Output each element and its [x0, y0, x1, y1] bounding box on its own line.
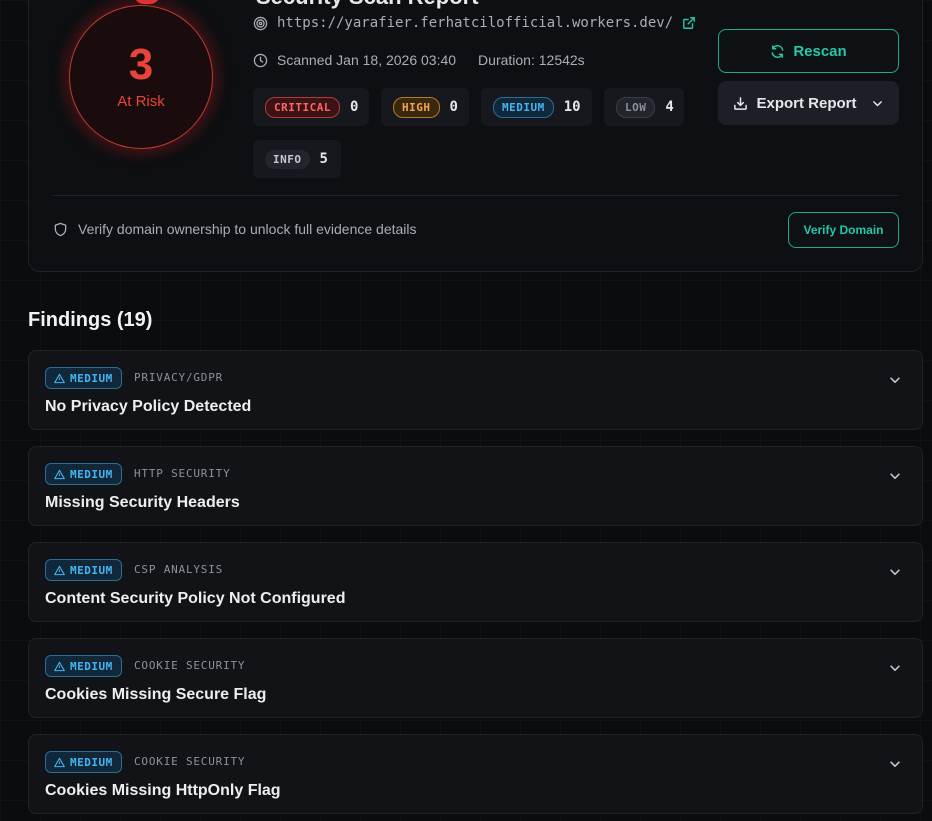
- severity-label: MEDIUM: [70, 755, 113, 769]
- warning-triangle-icon: [54, 565, 65, 576]
- finding-category: PRIVACY/GDPR: [134, 371, 224, 384]
- verify-note-text: Verify domain ownership to unlock full e…: [78, 221, 417, 237]
- external-link-icon[interactable]: [682, 16, 696, 30]
- severity-chip-high: HIGH 0: [381, 88, 469, 126]
- severity-count: 5: [319, 151, 328, 167]
- severity-badge-medium: MEDIUM: [45, 751, 122, 773]
- rescan-button[interactable]: Rescan: [718, 29, 899, 73]
- severity-count: 0: [349, 99, 359, 115]
- chevron-down-icon[interactable]: [888, 661, 902, 675]
- finding-title: Missing Security Headers: [45, 494, 240, 511]
- scan-url[interactable]: https://yarafier.ferhatcilofficial.worke…: [277, 15, 673, 31]
- verify-domain-button[interactable]: Verify Domain: [788, 212, 899, 248]
- chevron-down-icon[interactable]: [888, 469, 902, 483]
- finding-title: Cookies Missing Secure Flag: [45, 686, 267, 703]
- severity-badge: HIGH: [393, 96, 440, 118]
- severity-label: MEDIUM: [70, 467, 113, 481]
- finding-card[interactable]: MEDIUM COOKIE SECURITY Cookies Missing S…: [28, 638, 923, 718]
- export-label: Export Report: [756, 94, 857, 112]
- scan-date: Scanned Jan 18, 2026 03:40: [277, 52, 457, 68]
- severity-badge: MEDIUM: [493, 96, 554, 118]
- severity-badge: CRITICAL: [265, 96, 340, 118]
- finding-title: Cookies Missing HttpOnly Flag: [45, 782, 281, 799]
- finding-category: HTTP SECURITY: [134, 467, 231, 480]
- severity-badge-medium: MEDIUM: [45, 463, 122, 485]
- risk-score-label: At Risk: [117, 93, 165, 110]
- target-icon: [253, 16, 268, 31]
- scan-duration: Duration: 12542s: [478, 52, 585, 68]
- warning-triangle-icon: [54, 757, 65, 768]
- scan-url-row: https://yarafier.ferhatcilofficial.worke…: [253, 15, 696, 31]
- refresh-icon: [770, 44, 785, 59]
- rescan-label: Rescan: [793, 42, 847, 60]
- finding-category: COOKIE SECURITY: [134, 755, 246, 768]
- finding-title: Content Security Policy Not Configured: [45, 590, 346, 607]
- card-divider: [52, 195, 899, 196]
- finding-card[interactable]: MEDIUM PRIVACY/GDPR No Privacy Policy De…: [28, 350, 923, 430]
- severity-count: 10: [563, 99, 581, 115]
- chevron-down-icon[interactable]: [888, 565, 902, 579]
- warning-triangle-icon: [54, 373, 65, 384]
- warning-triangle-icon: [54, 469, 65, 480]
- download-icon: [733, 96, 748, 111]
- severity-badge-medium: MEDIUM: [45, 367, 122, 389]
- severity-chip-low: LOW 4: [604, 88, 684, 126]
- page-title: Security Scan Report: [256, 0, 479, 10]
- finding-card[interactable]: MEDIUM COOKIE SECURITY Cookies Missing H…: [28, 734, 923, 814]
- shield-icon: [53, 222, 68, 237]
- finding-title: No Privacy Policy Detected: [45, 398, 252, 415]
- severity-badge-medium: MEDIUM: [45, 655, 122, 677]
- finding-category: COOKIE SECURITY: [134, 659, 246, 672]
- severity-label: MEDIUM: [70, 659, 113, 673]
- finding-category: CSP ANALYSIS: [134, 563, 224, 576]
- scan-time-row: Scanned Jan 18, 2026 03:40 Duration: 125…: [253, 52, 585, 68]
- severity-badge-medium: MEDIUM: [45, 559, 122, 581]
- severity-badge: LOW: [616, 96, 656, 118]
- warning-triangle-icon: [54, 661, 65, 672]
- severity-chip-info: INFO 5: [253, 140, 341, 178]
- chevron-down-icon[interactable]: [888, 373, 902, 387]
- verify-domain-note: Verify domain ownership to unlock full e…: [53, 221, 417, 237]
- severity-count: 0: [449, 99, 458, 115]
- clock-icon: [253, 53, 268, 68]
- severity-label: MEDIUM: [70, 563, 113, 577]
- chevron-down-icon[interactable]: [888, 757, 902, 771]
- severity-count: 4: [665, 99, 674, 115]
- finding-card[interactable]: MEDIUM CSP ANALYSIS Content Security Pol…: [28, 542, 923, 622]
- severity-chip-critical: CRITICAL 0: [253, 88, 369, 126]
- finding-card[interactable]: MEDIUM HTTP SECURITY Missing Security He…: [28, 446, 923, 526]
- risk-score-value: 3: [128, 40, 154, 89]
- export-report-button[interactable]: Export Report: [718, 81, 899, 125]
- severity-badge: INFO: [265, 149, 310, 169]
- findings-heading: Findings (19): [28, 309, 153, 331]
- severity-label: MEDIUM: [70, 371, 113, 385]
- chevron-down-icon: [871, 97, 884, 110]
- severity-chip-medium: MEDIUM 10: [481, 88, 592, 126]
